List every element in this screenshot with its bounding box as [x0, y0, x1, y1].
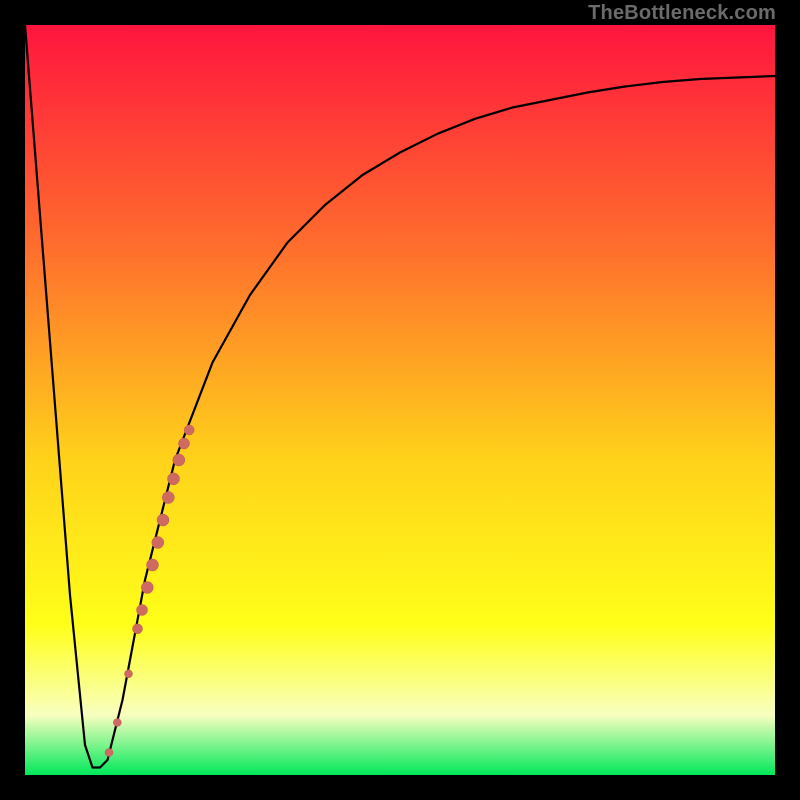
- data-marker: [184, 425, 194, 435]
- chart-plot-area: [25, 25, 775, 775]
- data-marker: [113, 719, 121, 727]
- gradient-background: [25, 25, 775, 775]
- watermark-text: TheBottleneck.com: [588, 2, 776, 25]
- data-marker: [173, 454, 185, 466]
- data-marker: [168, 473, 180, 485]
- chart-svg: [25, 25, 775, 775]
- data-marker: [157, 514, 169, 526]
- data-marker: [125, 670, 133, 678]
- data-marker: [147, 559, 159, 571]
- data-marker: [152, 537, 164, 549]
- data-marker: [137, 605, 148, 616]
- data-marker: [179, 438, 190, 449]
- data-marker: [162, 492, 174, 504]
- data-marker: [141, 582, 153, 594]
- chart-frame: TheBottleneck.com: [0, 0, 800, 800]
- data-marker: [133, 624, 143, 634]
- data-marker: [105, 749, 113, 757]
